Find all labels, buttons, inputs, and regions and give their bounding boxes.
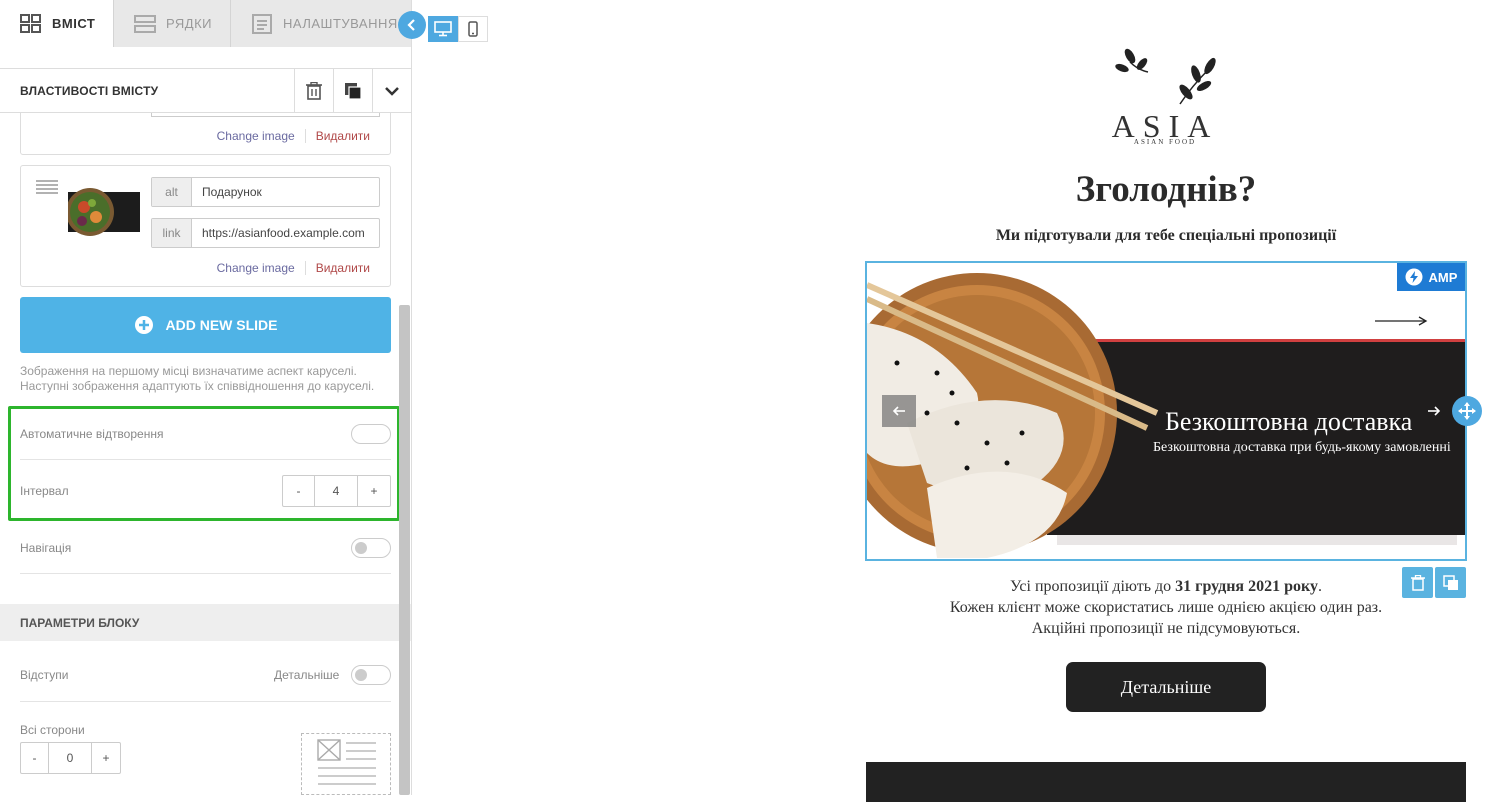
navigation-label: Навігація xyxy=(20,541,72,555)
slide-title: Безкоштовна доставка xyxy=(1165,407,1413,436)
collapse-properties-button[interactable] xyxy=(372,69,411,112)
all-sides-stepper[interactable]: - 0 + xyxy=(20,742,121,774)
all-sides-decrement-button[interactable]: - xyxy=(21,743,49,773)
drag-handle-icon[interactable] xyxy=(36,180,58,194)
toggle-knob xyxy=(355,669,367,681)
all-sides-value[interactable]: 0 xyxy=(49,743,92,773)
plus-circle-icon xyxy=(134,316,153,334)
panel-scrollbar[interactable] xyxy=(399,305,410,795)
details-button[interactable]: Детальніше xyxy=(1066,662,1266,712)
link-field-label: link xyxy=(152,219,192,247)
tab-settings-label: Налаштування xyxy=(283,16,398,31)
alt-field[interactable]: alt Подарунок xyxy=(151,177,380,207)
alt-field-value[interactable]: Подарунок xyxy=(192,178,262,206)
padding-detail-label: Детальніше xyxy=(274,668,340,682)
offer-notes: Усі пропозиції діють до 31 грудня 2021 р… xyxy=(866,576,1466,639)
arrow-left-icon xyxy=(892,406,905,416)
padding-preview xyxy=(301,733,391,795)
padding-preview-icon xyxy=(317,739,376,785)
offer-note-line-1: Усі пропозиції діють до 31 грудня 2021 р… xyxy=(866,576,1466,597)
add-new-slide-button[interactable]: ADD NEW SLIDE xyxy=(20,297,391,353)
desktop-view-button[interactable] xyxy=(428,16,458,42)
mobile-view-button[interactable] xyxy=(458,16,488,42)
move-block-handle[interactable] xyxy=(1452,396,1482,426)
link-field-value[interactable]: https://asianfood.example.com xyxy=(192,219,365,247)
arrow-right-icon xyxy=(1428,406,1441,416)
slide-1-actions: Change image Видалити xyxy=(217,129,370,143)
chevron-down-icon xyxy=(385,86,399,96)
duplicate-block-button[interactable] xyxy=(333,69,372,112)
carousel-prev-button[interactable] xyxy=(882,395,916,427)
trash-icon xyxy=(306,81,322,100)
tab-bar: Вміст Рядки Налаштування xyxy=(0,0,411,47)
change-image-link[interactable]: Change image xyxy=(217,261,295,275)
tab-content-label: Вміст xyxy=(52,16,96,31)
settings-panel: Вміст Рядки Налаштування Властивості вмі… xyxy=(0,0,412,795)
carousel-next-button[interactable] xyxy=(1417,395,1451,427)
slide-thumbnail xyxy=(66,179,140,245)
offer-note-prefix: Усі пропозиції діють до xyxy=(1010,578,1176,595)
add-new-slide-label: ADD NEW SLIDE xyxy=(165,317,278,333)
block-parameters-header[interactable]: Параметри блоку xyxy=(0,604,411,641)
collapse-panel-button[interactable] xyxy=(398,11,426,39)
mobile-icon xyxy=(468,21,478,37)
offer-note-date: 31 грудня 2021 року xyxy=(1175,578,1318,595)
offer-note-suffix: . xyxy=(1317,578,1322,595)
carousel-aspect-hint: Зображення на першому місці визначатиме … xyxy=(20,364,375,393)
padding-label: Відступи xyxy=(20,668,69,682)
rows-icon xyxy=(134,14,156,33)
navigation-toggle[interactable] xyxy=(351,538,391,558)
tab-rows[interactable]: Рядки xyxy=(114,0,231,47)
grid-icon xyxy=(20,13,41,33)
settings-doc-icon xyxy=(252,13,272,34)
all-sides-increment-button[interactable]: + xyxy=(92,743,120,773)
change-image-link[interactable]: Change image xyxy=(217,129,295,143)
desktop-icon xyxy=(434,21,452,37)
divider xyxy=(20,701,391,702)
amp-badge: AMP xyxy=(1397,263,1465,291)
divider xyxy=(20,573,391,574)
amp-badge-label: AMP xyxy=(1428,269,1458,285)
email-footer-block xyxy=(866,762,1466,802)
slide-card-2: alt Подарунок link https://asianfood.exa… xyxy=(20,165,391,287)
slide-subtitle: Безкоштовна доставка при будь-якому замо… xyxy=(1153,440,1451,455)
offer-note-line-2: Кожен клієнт може скористатись лише одні… xyxy=(949,599,1383,616)
email-headline: Зголоднів? xyxy=(1075,169,1257,210)
all-sides-label: Всі сторони xyxy=(20,723,85,737)
move-arrows-icon xyxy=(1458,402,1476,420)
asia-logo: ASIA ASIAN FOOD xyxy=(1100,42,1230,152)
logo-subtext: ASIAN FOOD xyxy=(1133,138,1197,146)
chevron-left-icon xyxy=(407,19,415,31)
content-properties-header: Властивості вмісту xyxy=(0,68,411,113)
slide-2-actions: Change image Видалити xyxy=(217,261,370,275)
link-field[interactable]: link https://asianfood.example.com xyxy=(151,218,380,248)
padding-detail-toggle[interactable] xyxy=(351,665,391,685)
lightning-icon xyxy=(1405,268,1423,286)
tab-rows-label: Рядки xyxy=(166,16,212,31)
duplicate-icon xyxy=(345,82,362,100)
tab-settings[interactable]: Налаштування xyxy=(231,0,411,47)
block-parameters-title: Параметри блоку xyxy=(20,616,140,630)
toggle-knob xyxy=(355,542,367,554)
tab-content[interactable]: Вміст xyxy=(0,0,114,47)
delete-block-button[interactable] xyxy=(294,69,333,112)
highlight-box xyxy=(8,406,400,521)
alt-field-label: alt xyxy=(152,178,192,206)
image-carousel[interactable]: AMP Безкоштовна доставка Безкоштовна дос… xyxy=(865,261,1467,561)
delete-slide-link[interactable]: Видалити xyxy=(304,129,370,143)
email-subheadline: Ми підготували для тебе спеціальні пропо… xyxy=(995,227,1337,244)
offer-note-line-3: Акційні пропозиції не підсумовуються. xyxy=(1031,620,1301,637)
content-properties-title: Властивості вмісту xyxy=(20,84,159,98)
delete-slide-link[interactable]: Видалити xyxy=(304,261,370,275)
